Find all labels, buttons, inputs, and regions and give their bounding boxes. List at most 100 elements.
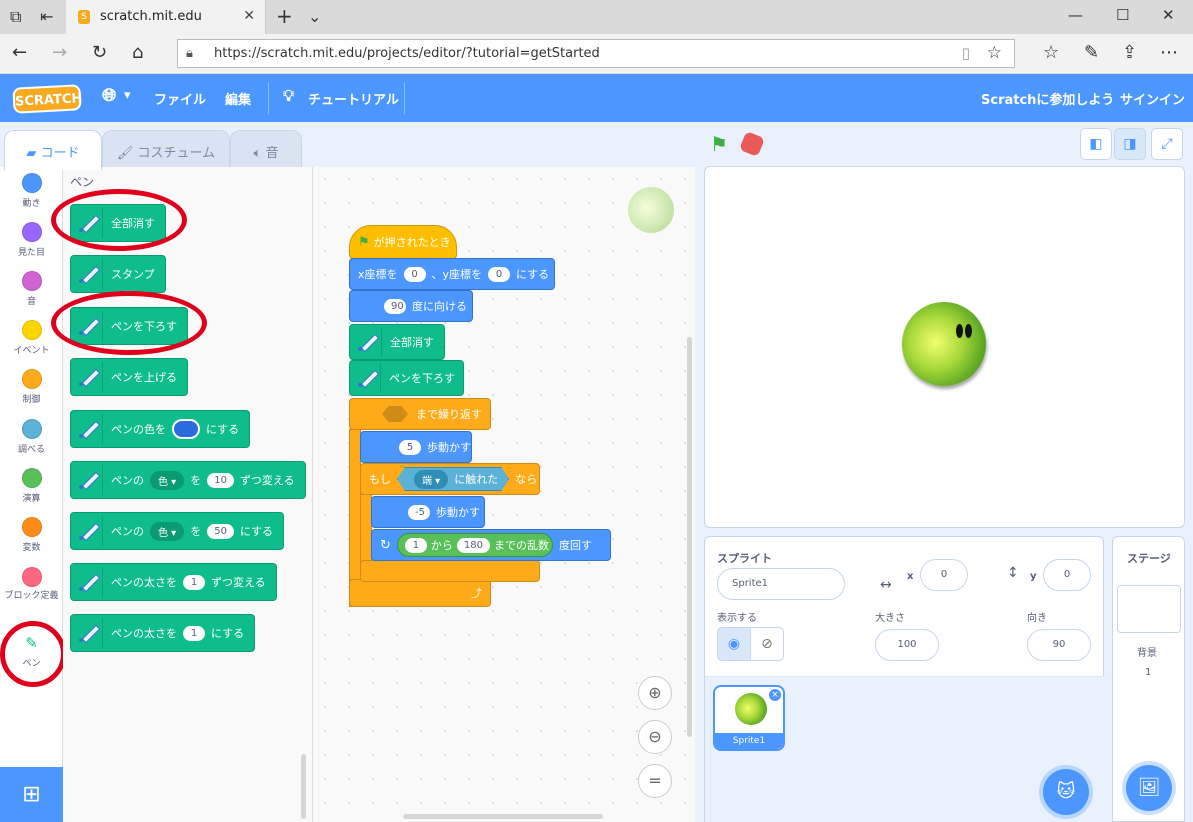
language-globe-icon[interactable]: 🌐︎ [102, 85, 116, 106]
block-clear[interactable]: 全部消す [70, 204, 166, 242]
show-hidden-button[interactable]: ⊘ [750, 627, 784, 661]
value-input[interactable]: 10 [207, 472, 234, 488]
block-goto-xy[interactable]: x座標を 0 、y座標を 0 にする [349, 258, 555, 290]
value-input[interactable]: 50 [207, 523, 234, 539]
signin-link[interactable]: サインイン [1120, 89, 1185, 108]
normal-stage-button[interactable]: ◨ [1114, 128, 1146, 160]
direction-input[interactable]: 90 [384, 298, 406, 314]
share-icon[interactable]: ⇪ [1122, 42, 1137, 63]
block-pen-down[interactable]: ペンを下ろす [349, 360, 464, 396]
tutorial-menu[interactable]: チュートリアル [308, 89, 399, 108]
tab-actions-icon[interactable]: ⧉ [10, 7, 21, 27]
block-set-pen-param[interactable]: ペンの 色 ▾ を 50 にする [70, 512, 285, 550]
sprite-name-input[interactable]: Sprite1 [717, 568, 845, 600]
delete-sprite-icon[interactable]: × [769, 689, 781, 701]
block-pen-down[interactable]: ペンを下ろす [70, 307, 188, 345]
add-backdrop-button[interactable]: 🖼︎ [1126, 765, 1172, 811]
notes-pen-icon[interactable]: ✎ [1084, 42, 1099, 63]
join-scratch-link[interactable]: Scratchに参加しよう [981, 89, 1114, 108]
random-to-input[interactable]: 180 [456, 537, 490, 553]
small-stage-button[interactable]: ◧ [1080, 128, 1112, 160]
category-variables[interactable]: 変数 [0, 517, 63, 553]
sprite-thumbnail[interactable]: × Sprite1 [713, 685, 785, 751]
language-chevron-down-icon[interactable]: ▾ [124, 88, 131, 103]
stage-canvas[interactable] [704, 166, 1185, 528]
category-control[interactable]: 制御 [0, 369, 63, 405]
category-events[interactable]: イベント [0, 320, 63, 356]
refresh-icon[interactable]: ↻ [92, 42, 107, 63]
category-sound[interactable]: 音 [0, 271, 63, 307]
value-input[interactable]: 1 [183, 625, 205, 641]
direction-input[interactable]: 90 [1027, 629, 1091, 661]
palette-scrollbar[interactable] [301, 754, 306, 819]
pen-param-dropdown[interactable]: 色 ▾ [150, 521, 185, 541]
script-area[interactable]: ⚑ が押されたとき x座標を 0 、y座標を 0 にする 90 度に向ける 全部… [313, 167, 695, 822]
block-when-flag-clicked[interactable]: ⚑ が押されたとき [349, 225, 457, 259]
block-stamp[interactable]: スタンプ [70, 255, 166, 293]
reading-view-icon[interactable]: ▯ [962, 44, 970, 62]
more-menu-icon[interactable]: ⋯ [1160, 42, 1178, 63]
random-operator[interactable]: 1 から 180 までの乱数 [396, 533, 553, 557]
block-change-pen-size[interactable]: ペンの太さを 1 ずつ変える [70, 563, 277, 601]
green-flag-button-icon[interactable]: ⚑ [710, 132, 728, 156]
minimize-icon[interactable]: — [1068, 6, 1083, 24]
y-input[interactable]: 0 [488, 266, 511, 282]
block-turn-degrees[interactable]: ↻ 1 から 180 までの乱数 度回す [371, 529, 611, 561]
block-set-pen-color[interactable]: ペンの色を にする [70, 410, 251, 448]
y-position-input[interactable]: 0 [1043, 559, 1091, 591]
steps-input[interactable]: -5 [408, 504, 430, 520]
block-clear[interactable]: 全部消す [349, 324, 445, 360]
random-from-input[interactable]: 1 [404, 537, 427, 553]
touching-block[interactable]: 端 ▾ に触れた [397, 467, 509, 491]
block-move-steps[interactable]: -5 歩動かす [371, 496, 485, 528]
x-position-input[interactable]: 0 [920, 559, 968, 591]
category-sensing[interactable]: 調べる [0, 419, 63, 455]
touch-target-dropdown[interactable]: 端 ▾ [414, 470, 448, 489]
steps-input[interactable]: 5 [399, 439, 421, 455]
block-pen-up[interactable]: ペンを上げる [70, 358, 188, 396]
url-field[interactable]: 🔒︎ https://scratch.mit.edu/projects/edit… [177, 39, 1015, 68]
size-input[interactable]: 100 [875, 629, 939, 661]
tab-sound[interactable]: 🔈︎ 音 [230, 130, 302, 170]
value-input[interactable]: 1 [183, 574, 205, 590]
script-vertical-scrollbar[interactable] [687, 337, 692, 737]
stage-selector[interactable]: ステージ 背景 1 🖼︎ [1112, 536, 1185, 822]
add-extension-button[interactable]: ⊞ [0, 767, 63, 822]
zoom-in-button[interactable]: ⊕ [638, 676, 672, 710]
browser-tab[interactable]: S scratch.mit.edu ✕ [66, 0, 266, 34]
category-pen[interactable]: ✎ ペン [0, 633, 63, 669]
file-menu[interactable]: ファイル [154, 89, 206, 108]
category-my-blocks[interactable]: ブロック定義 [0, 567, 63, 603]
category-looks[interactable]: 見た目 [0, 222, 63, 258]
add-sprite-button[interactable]: 🐱︎ [1043, 769, 1089, 815]
tutorial-lightbulb-icon[interactable]: 💡︎ [283, 86, 294, 106]
block-move-steps[interactable]: 5 歩動かす [360, 431, 472, 463]
sprite-ball[interactable] [902, 302, 986, 386]
stage-thumbnail[interactable] [1117, 585, 1181, 633]
block-repeat-until[interactable]: まで繰り返す [349, 398, 491, 430]
tab-costume[interactable]: 🖌︎ コスチューム [102, 130, 230, 170]
block-change-pen-param[interactable]: ペンの 色 ▾ を 10 ずつ変える [70, 461, 306, 499]
script-horizontal-scrollbar[interactable] [403, 814, 603, 819]
tab-list-chevron-down-icon[interactable]: ⌄ [308, 7, 321, 26]
zoom-reset-button[interactable]: = [638, 764, 672, 798]
scratch-logo[interactable]: SCRATCH [12, 84, 83, 114]
pen-param-dropdown[interactable]: 色 ▾ [150, 470, 185, 490]
show-visible-button[interactable]: ◉ [717, 627, 751, 661]
close-window-icon[interactable]: ✕ [1162, 6, 1175, 24]
block-set-pen-size[interactable]: ペンの太さを 1 にする [70, 614, 256, 652]
new-tab-icon[interactable]: + [276, 4, 293, 28]
category-motion[interactable]: 動き [0, 173, 63, 209]
favorite-star-icon[interactable]: ☆ [987, 43, 1002, 63]
zoom-out-button[interactable]: ⊖ [638, 720, 672, 754]
block-point-direction[interactable]: 90 度に向ける [349, 290, 473, 322]
category-operators[interactable]: 演算 [0, 468, 63, 504]
tab-code[interactable]: ▰ コード [4, 130, 102, 170]
block-if[interactable]: もし 端 ▾ に触れた なら [360, 463, 540, 495]
forward-arrow-icon[interactable]: → [52, 42, 67, 63]
back-arrow-icon[interactable]: ← [12, 42, 27, 63]
fullscreen-button[interactable]: ⤢ [1151, 128, 1183, 160]
close-tab-icon[interactable]: ✕ [243, 8, 255, 24]
edit-menu[interactable]: 編集 [225, 89, 251, 108]
pen-color-picker[interactable] [172, 419, 200, 439]
